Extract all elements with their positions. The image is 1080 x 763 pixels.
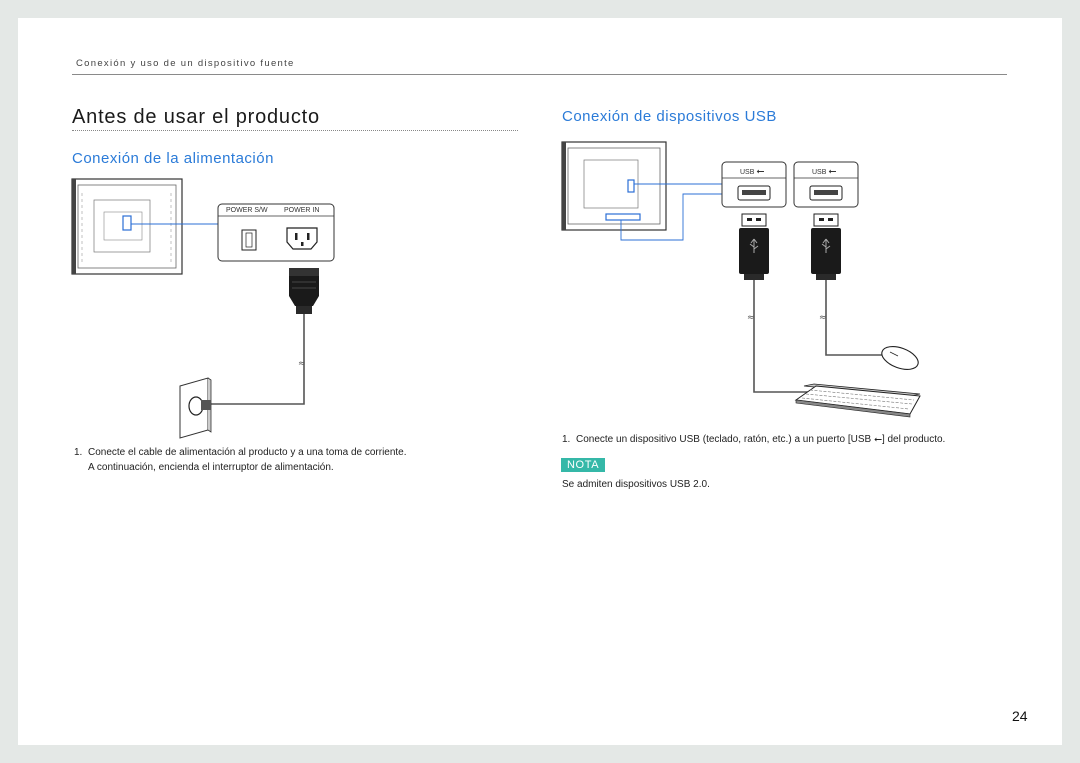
power-heading: Conexión de la alimentación	[72, 150, 274, 167]
usb-symbol-icon: ⭠	[828, 166, 837, 177]
power-step-1: 1. Conecte el cable de alimentación al p…	[74, 446, 514, 476]
power-sw-label: POWER S/W	[226, 207, 268, 214]
usb-label-text: USB	[740, 169, 755, 176]
keyboard-illustration	[794, 383, 921, 418]
step-text: Conecte un dispositivo USB (teclado, rat…	[576, 433, 945, 447]
svg-text:≈: ≈	[819, 313, 827, 323]
note-badge: NOTA	[561, 458, 606, 472]
usb-label-text: USB	[812, 169, 827, 176]
step-text-line-1: Conecte el cable de alimentación al prod…	[88, 447, 407, 458]
usb-port-label-2: USB ⭠	[812, 166, 836, 177]
svg-text:≈: ≈	[298, 359, 306, 369]
monitor-back-illustration-usb	[561, 141, 667, 231]
usb-plug-1	[739, 213, 769, 280]
wall-outlet	[179, 377, 212, 439]
step-text-before: Conecte un dispositivo USB (teclado, rat…	[576, 434, 874, 445]
step-number: 1.	[562, 434, 571, 445]
svg-text:≈: ≈	[747, 313, 755, 323]
page-title: Antes de usar el producto	[72, 106, 320, 128]
mouse-illustration	[881, 346, 919, 370]
usb-step-1: 1. Conecte un dispositivo USB (teclado, …	[562, 433, 1022, 449]
monitor-back-illustration	[71, 178, 183, 275]
title-rule	[72, 130, 518, 131]
usb-plug-2	[811, 213, 841, 280]
header-rule	[72, 74, 1007, 75]
step-text-after: ] del producto.	[881, 434, 946, 445]
step-number: 1.	[74, 447, 83, 458]
note-text: Se admiten dispositivos USB 2.0.	[562, 479, 710, 490]
manual-page: Conexión y uso de un dispositivo fuente …	[18, 18, 1062, 745]
usb-port-label-1: USB ⭠	[740, 166, 764, 177]
section-header: Conexión y uso de un dispositivo fuente	[76, 58, 295, 69]
step-text-line-2: A continuación, encienda el interruptor …	[88, 462, 334, 473]
usb-symbol-icon: ⭠	[873, 434, 882, 445]
power-in-label: POWER IN	[284, 207, 320, 214]
page-number: 24	[1012, 708, 1028, 724]
usb-heading: Conexión de dispositivos USB	[562, 108, 777, 125]
usb-symbol-icon: ⭠	[756, 166, 765, 177]
power-plug	[289, 268, 319, 314]
